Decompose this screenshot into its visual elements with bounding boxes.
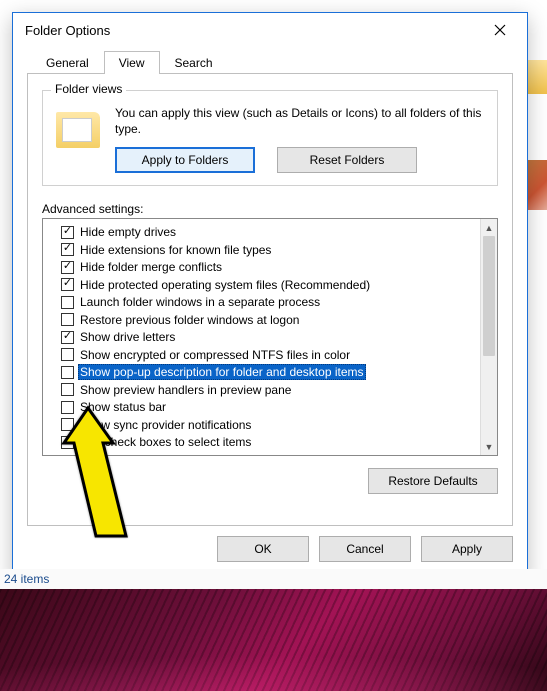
advanced-item-label: Show preview handlers in preview pane	[78, 383, 293, 397]
advanced-item-label: Restore previous folder windows at logon	[78, 313, 301, 327]
checkbox[interactable]	[61, 296, 74, 309]
apply-to-folders-button[interactable]: Apply to Folders	[115, 147, 255, 173]
advanced-item-label: Hide folder merge conflicts	[78, 260, 224, 274]
scroll-up-button[interactable]: ▲	[481, 219, 497, 236]
checkbox[interactable]	[61, 313, 74, 326]
cancel-button[interactable]: Cancel	[319, 536, 411, 562]
advanced-item[interactable]: Show sync provider notifications	[61, 416, 478, 434]
advanced-settings-list[interactable]: Hide empty drives Hide extensions for kno…	[42, 218, 498, 456]
advanced-item[interactable]: Restore previous folder windows at logon	[61, 311, 478, 329]
checkbox[interactable]	[61, 366, 74, 379]
folder-views-group: Folder views You can apply this view (su…	[42, 90, 498, 186]
folder-views-description: You can apply this view (such as Details…	[115, 105, 485, 137]
advanced-item-label: Launch folder windows in a separate proc…	[78, 295, 322, 309]
advanced-item[interactable]: Hide folder merge conflicts	[61, 258, 478, 276]
folder-icon	[56, 112, 100, 148]
scrollbar[interactable]: ▲ ▼	[480, 219, 497, 455]
restore-defaults-button[interactable]: Restore Defaults	[368, 468, 498, 494]
status-bar-text: 24 items	[4, 572, 49, 586]
folder-options-dialog: Folder Options General View Search Folde…	[12, 12, 528, 577]
advanced-item[interactable]: Hide extensions for known file types	[61, 241, 478, 259]
advanced-item-label: Show drive letters	[78, 330, 177, 344]
folder-views-title: Folder views	[51, 82, 126, 96]
tab-search[interactable]: Search	[160, 51, 228, 74]
advanced-item-label: Show status bar	[78, 400, 168, 414]
advanced-item-label: Show pop-up description for folder and d…	[78, 364, 366, 380]
dialog-title: Folder Options	[25, 23, 110, 38]
titlebar: Folder Options	[13, 13, 527, 47]
advanced-item-label: Use check boxes to select items	[78, 435, 253, 449]
ok-button[interactable]: OK	[217, 536, 309, 562]
advanced-item[interactable]: Show preview handlers in preview pane	[61, 381, 478, 399]
reset-folders-button[interactable]: Reset Folders	[277, 147, 417, 173]
checkbox[interactable]	[61, 331, 74, 344]
close-icon	[494, 24, 506, 36]
status-bar: 24 items	[0, 569, 547, 589]
advanced-item-label: Show sync provider notifications	[78, 418, 253, 432]
tab-view[interactable]: View	[104, 51, 160, 74]
advanced-item-label: Show encrypted or compressed NTFS files …	[78, 348, 352, 362]
wallpaper	[0, 589, 547, 691]
advanced-item-label: Hide protected operating system files (R…	[78, 278, 372, 292]
advanced-item-label: Hide extensions for known file types	[78, 243, 273, 257]
checkbox[interactable]	[61, 261, 74, 274]
advanced-item[interactable]: Show pop-up description for folder and d…	[61, 363, 478, 381]
advanced-item[interactable]: Hide empty drives	[61, 223, 478, 241]
scroll-thumb[interactable]	[483, 236, 495, 356]
checkbox[interactable]	[61, 278, 74, 291]
apply-button[interactable]: Apply	[421, 536, 513, 562]
advanced-item[interactable]: Launch folder windows in a separate proc…	[61, 293, 478, 311]
advanced-item[interactable]: Show drive letters	[61, 328, 478, 346]
checkbox[interactable]	[61, 383, 74, 396]
close-button[interactable]	[479, 16, 521, 44]
advanced-settings-label: Advanced settings:	[42, 202, 498, 216]
advanced-item[interactable]: Show status bar	[61, 398, 478, 416]
advanced-item[interactable]: Show encrypted or compressed NTFS files …	[61, 346, 478, 364]
advanced-item[interactable]: Use check boxes to select items	[61, 433, 478, 451]
scroll-down-button[interactable]: ▼	[481, 438, 497, 455]
advanced-item-label: Hide empty drives	[78, 225, 178, 239]
advanced-scroll-area: Hide empty drives Hide extensions for kno…	[43, 219, 480, 455]
advanced-item[interactable]: Hide protected operating system files (R…	[61, 276, 478, 294]
checkbox[interactable]	[61, 243, 74, 256]
checkbox[interactable]	[61, 418, 74, 431]
checkbox[interactable]	[61, 226, 74, 239]
checkbox[interactable]	[61, 401, 74, 414]
tab-pane-view: Folder views You can apply this view (su…	[27, 73, 513, 526]
folder-views-icon-wrap	[55, 107, 101, 153]
checkbox[interactable]	[61, 436, 74, 449]
tab-general[interactable]: General	[31, 51, 104, 74]
tabs-row: General View Search	[13, 47, 527, 73]
checkbox[interactable]	[61, 348, 74, 361]
